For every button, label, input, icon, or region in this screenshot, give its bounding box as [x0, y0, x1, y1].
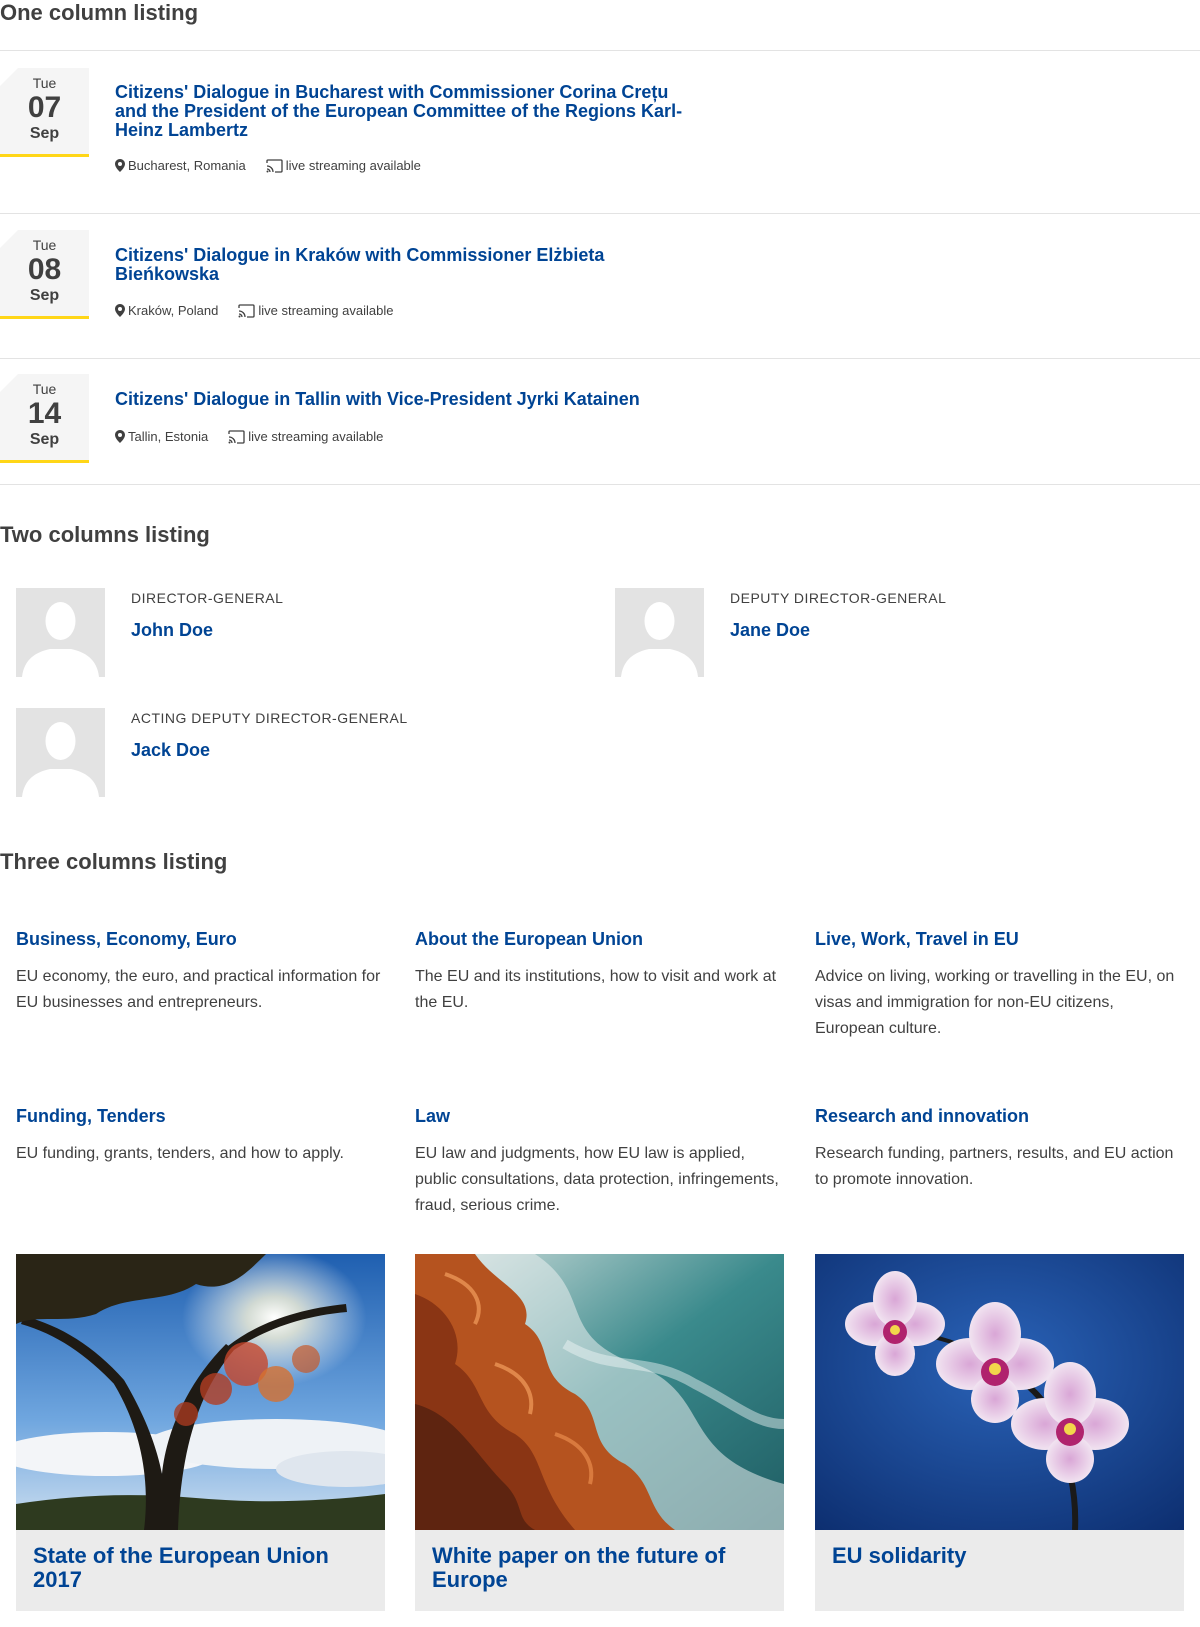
event-item: Tue 14 Sep Citizens' Dialogue in Tallin …	[0, 359, 1200, 485]
topic-title-link[interactable]: Law	[415, 1106, 785, 1127]
card-image	[815, 1254, 1184, 1530]
event-date: Tue 07 Sep	[0, 68, 89, 157]
avatar	[615, 588, 704, 677]
person-silhouette-icon	[22, 602, 99, 677]
map-marker-icon	[115, 159, 125, 172]
event-streaming-text: live streaming available	[248, 429, 384, 444]
feature-card[interactable]: State of the European Union 2017	[16, 1254, 385, 1611]
event-item: Tue 07 Sep Citizens' Dialogue in Buchare…	[0, 51, 1200, 214]
topic-item: About the European Union The EU and its …	[415, 929, 785, 1016]
person-card: DIRECTOR-GENERAL John Doe	[16, 588, 536, 678]
event-date-dow: Tue	[32, 237, 57, 253]
topic-title-link[interactable]: Live, Work, Travel in EU	[815, 929, 1185, 950]
card-image	[16, 1254, 385, 1530]
event-date: Tue 08 Sep	[0, 230, 89, 319]
section-title-three-columns: Three columns listing	[0, 849, 228, 874]
event-date: Tue 14 Sep	[0, 374, 89, 463]
event-streaming: live streaming available	[266, 158, 421, 173]
person-silhouette-icon	[22, 722, 99, 797]
event-date-dow: Tue	[32, 381, 57, 397]
topic-description: EU economy, the euro, and practical info…	[16, 968, 381, 1011]
orchid-photo	[815, 1254, 1184, 1530]
avatar	[16, 708, 105, 797]
feature-card[interactable]: White paper on the future of Europe	[415, 1254, 784, 1611]
event-title-link[interactable]: Citizens' Dialogue in Bucharest with Com…	[115, 83, 695, 140]
topic-title-link[interactable]: Research and innovation	[815, 1106, 1185, 1127]
card-title: State of the European Union 2017	[33, 1543, 329, 1592]
event-meta: Kraków, Poland live streaming available	[115, 303, 393, 318]
topic-title-link[interactable]: Business, Economy, Euro	[16, 929, 386, 950]
person-card: ACTING DEPUTY DIRECTOR-GENERAL Jack Doe	[16, 708, 536, 798]
person-name-link[interactable]: Jack Doe	[131, 740, 210, 761]
person-name-link[interactable]: John Doe	[131, 620, 213, 641]
event-meta: Tallin, Estonia live streaming available	[115, 429, 383, 444]
section-title-two-columns: Two columns listing	[0, 522, 210, 547]
event-streaming: live streaming available	[238, 303, 393, 318]
map-marker-icon	[115, 304, 125, 317]
event-date-day: 08	[27, 253, 62, 286]
topic-item: Live, Work, Travel in EU Advice on livin…	[815, 929, 1185, 1042]
event-date-day: 07	[27, 91, 62, 124]
person-name-link[interactable]: Jane Doe	[730, 620, 810, 641]
event-location-text: Bucharest, Romania	[128, 158, 246, 173]
topic-item: Funding, Tenders EU funding, grants, ten…	[16, 1106, 386, 1167]
event-date-month: Sep	[29, 125, 60, 142]
section-title-one-column: One column listing	[0, 0, 199, 25]
event-date-dow: Tue	[32, 75, 57, 91]
event-location: Tallin, Estonia	[115, 429, 208, 444]
card-image	[415, 1254, 784, 1530]
person-role: DIRECTOR-GENERAL	[131, 590, 284, 606]
topic-description: Research funding, partners, results, and…	[815, 1145, 1174, 1188]
event-location: Bucharest, Romania	[115, 158, 246, 173]
avatar	[16, 588, 105, 677]
map-marker-icon	[115, 430, 125, 443]
topic-title-link[interactable]: About the European Union	[415, 929, 785, 950]
event-date-day: 14	[27, 397, 62, 430]
event-streaming-text: live streaming available	[258, 303, 394, 318]
event-meta: Bucharest, Romania live streaming availa…	[115, 158, 421, 173]
topic-item: Research and innovation Research funding…	[815, 1106, 1185, 1193]
event-title-link[interactable]: Citizens' Dialogue in Tallin with Vice-P…	[115, 390, 695, 409]
topic-description: EU law and judgments, how EU law is appl…	[415, 1145, 779, 1214]
topic-item: Law EU law and judgments, how EU law is …	[415, 1106, 785, 1219]
event-streaming: live streaming available	[228, 429, 383, 444]
person-silhouette-icon	[621, 602, 698, 677]
event-streaming-text: live streaming available	[285, 158, 421, 173]
cast-icon	[228, 429, 245, 444]
coast-photo	[415, 1254, 784, 1530]
topic-title-link[interactable]: Funding, Tenders	[16, 1106, 386, 1127]
event-item: Tue 08 Sep Citizens' Dialogue in Kraków …	[0, 214, 1200, 359]
topic-description: The EU and its institutions, how to visi…	[415, 968, 777, 1011]
person-role: DEPUTY DIRECTOR-GENERAL	[730, 590, 947, 606]
event-date-month: Sep	[29, 431, 60, 448]
event-location-text: Tallin, Estonia	[128, 429, 209, 444]
event-list: Tue 07 Sep Citizens' Dialogue in Buchare…	[0, 50, 1200, 485]
cast-icon	[238, 303, 255, 318]
event-title-link[interactable]: Citizens' Dialogue in Kraków with Commis…	[115, 246, 695, 284]
person-card: DEPUTY DIRECTOR-GENERAL Jane Doe	[615, 588, 1135, 678]
topic-item: Business, Economy, Euro EU economy, the …	[16, 929, 386, 1016]
cast-icon	[266, 158, 283, 173]
topic-description: Advice on living, working or travelling …	[815, 968, 1175, 1037]
event-location-text: Kraków, Poland	[128, 303, 219, 318]
tree-sky-photo	[16, 1254, 385, 1530]
feature-card[interactable]: EU solidarity	[815, 1254, 1184, 1611]
person-role: ACTING DEPUTY DIRECTOR-GENERAL	[131, 710, 408, 726]
card-title: EU solidarity	[832, 1543, 967, 1568]
event-location: Kraków, Poland	[115, 303, 218, 318]
event-date-month: Sep	[29, 287, 60, 304]
topic-description: EU funding, grants, tenders, and how to …	[16, 1145, 344, 1162]
card-title: White paper on the future of Europe	[432, 1543, 726, 1592]
